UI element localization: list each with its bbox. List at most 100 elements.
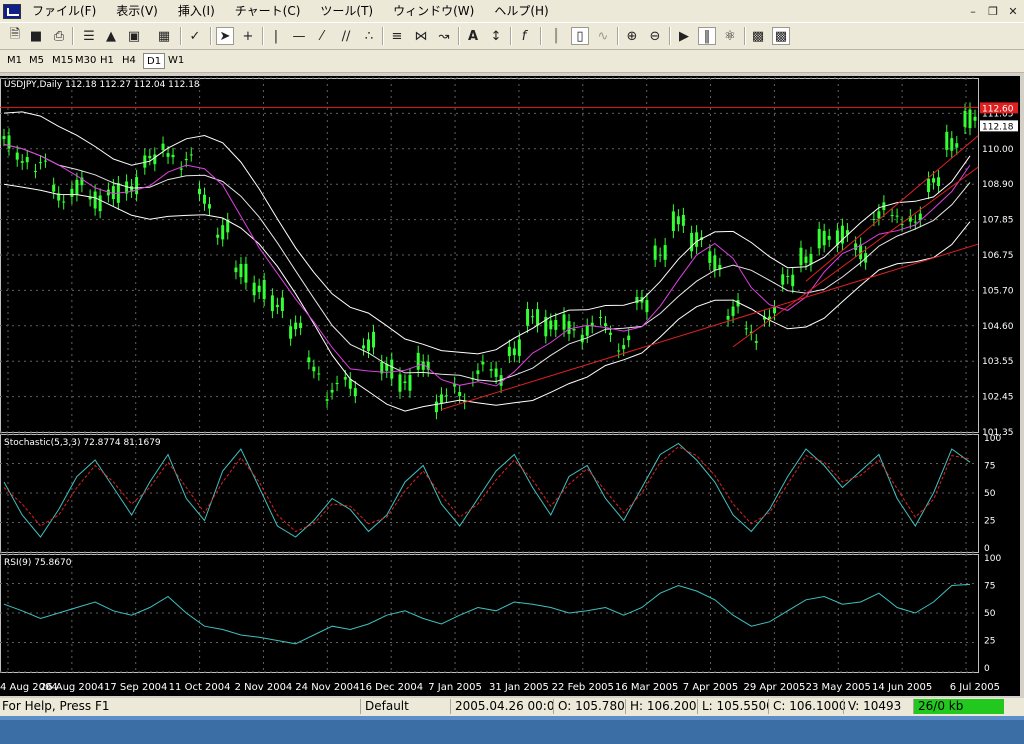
toolbar-separator — [180, 27, 182, 45]
timeframe-w1[interactable]: W1 — [165, 53, 187, 69]
chart-canvas[interactable]: USDJPY,Daily 112.18 112.27 112.04 112.18… — [0, 76, 1020, 696]
rsi-tick-label: 25 — [984, 637, 995, 647]
candle-body — [2, 136, 6, 140]
minimize-icon[interactable]: – — [966, 4, 980, 18]
menu-file[interactable]: ファイル(F) — [22, 4, 106, 19]
candle-body — [950, 138, 954, 151]
candle-body — [43, 160, 47, 162]
candle-body — [822, 230, 826, 246]
candle-body — [416, 352, 420, 370]
candle-body — [622, 345, 626, 349]
x-axis-label: 31 Jan 2005 — [489, 682, 549, 693]
candle-body — [695, 232, 699, 247]
candle-body — [294, 322, 298, 330]
candle-body — [817, 228, 821, 249]
navigator-icon[interactable]: ▣ — [125, 27, 143, 45]
panel-border — [0, 78, 979, 433]
chart-shift-icon[interactable]: ‖ — [698, 27, 716, 45]
periodicity-icon[interactable]: f — [515, 27, 533, 45]
fibonacci-icon[interactable]: ≡ — [388, 27, 406, 45]
bollinger-lower-line — [3, 183, 971, 412]
candle-body — [335, 382, 339, 385]
templates-icon[interactable]: ▩ — [749, 27, 767, 45]
stochastic-tick-label: 50 — [984, 489, 996, 499]
candle-body — [890, 215, 894, 217]
menu-help[interactable]: ヘルプ(H) — [484, 4, 558, 19]
save-icon[interactable]: ■ — [27, 27, 45, 45]
candle-body — [372, 331, 376, 348]
status-open: O: 105.7800 — [553, 699, 624, 714]
zoom-in-icon[interactable]: ⊕ — [623, 27, 641, 45]
x-axis-label: 17 Sep 2004 — [104, 682, 167, 693]
menu-view[interactable]: 表示(V) — [106, 4, 168, 19]
terminal-icon[interactable]: ▦ — [155, 27, 173, 45]
autoscroll-icon[interactable]: ▶ — [675, 27, 693, 45]
candle-body — [572, 329, 576, 331]
candle-body — [872, 218, 876, 220]
stochastic-tick-label: 100 — [984, 434, 1001, 444]
x-axis-label: 14 Jun 2005 — [872, 682, 932, 693]
candle-body — [52, 184, 56, 192]
menu-tools[interactable]: ツール(T) — [310, 4, 383, 19]
status-datetime: 2005.04.26 00:00 — [450, 699, 555, 714]
pitchfork-icon[interactable]: ⋈ — [412, 27, 430, 45]
menu-insert[interactable]: 挿入(I) — [168, 4, 225, 19]
horizontal-line-icon[interactable]: — — [290, 27, 308, 45]
cursor-icon[interactable]: ➤ — [216, 27, 234, 45]
line-chart-icon[interactable]: ∿ — [594, 27, 612, 45]
candle-body — [135, 177, 139, 195]
indicators-icon[interactable]: ⚛ — [721, 27, 739, 45]
candle-body — [927, 178, 931, 193]
panel-border — [0, 434, 979, 553]
gann-fan-icon[interactable]: ∴ — [360, 27, 378, 45]
arrows-icon[interactable]: ↝ — [435, 27, 453, 45]
expert-advisor-icon[interactable]: ✓ — [186, 27, 204, 45]
candle-body — [968, 109, 972, 129]
status-traffic: 26/0 kb — [913, 699, 1004, 714]
timeframe-m5[interactable]: M5 — [26, 53, 47, 69]
candle-body — [439, 394, 443, 404]
timeframe-h1[interactable]: H1 — [97, 53, 117, 69]
data-window-icon[interactable]: ▲ — [102, 27, 120, 45]
restore-icon[interactable]: ❐ — [986, 4, 1000, 18]
candlestick-icon[interactable]: ▯ — [571, 27, 589, 45]
menu-charts[interactable]: チャート(C) — [225, 4, 311, 19]
arrow-label-icon[interactable]: ↕ — [487, 27, 505, 45]
price-panel-header: USDJPY,Daily 112.18 112.27 112.04 112.18 — [4, 80, 200, 90]
candle-body — [507, 346, 511, 356]
print-icon[interactable]: ⎙ — [50, 27, 68, 45]
toolbar-separator — [617, 27, 619, 45]
candle-body — [804, 256, 808, 263]
candle-body — [945, 131, 949, 150]
chart-window[interactable]: USDJPY,Daily 112.18 112.27 112.04 112.18… — [0, 76, 1020, 696]
vertical-line-icon[interactable]: | — [267, 27, 285, 45]
bar-chart-icon[interactable]: ┃ — [547, 27, 565, 45]
rsi-tick-label: 0 — [984, 664, 990, 674]
timeframe-m1[interactable]: M1 — [4, 53, 25, 69]
x-axis-label: 6 Jul 2005 — [950, 682, 1000, 693]
crosshair-icon[interactable]: + — [239, 27, 257, 45]
price-tick-label: 102.45 — [982, 393, 1014, 403]
candle-body — [33, 170, 37, 172]
timeframe-h4[interactable]: H4 — [119, 53, 139, 69]
text-tool-icon[interactable]: A — [464, 27, 482, 45]
zoom-out-icon[interactable]: ⊖ — [646, 27, 664, 45]
candle-body — [517, 339, 521, 356]
new-file-icon[interactable]: 🗎 — [6, 27, 24, 45]
candle-body — [476, 370, 480, 375]
close-icon[interactable]: ✕ — [1006, 4, 1020, 18]
profiles-icon[interactable]: ▩ — [772, 27, 790, 45]
candle-body — [348, 379, 352, 389]
menu-window[interactable]: ウィンドウ(W) — [383, 4, 484, 19]
timeframe-d1[interactable]: D1 — [143, 53, 166, 69]
candle-body — [512, 348, 516, 356]
trendline-icon[interactable]: ⁄ — [313, 27, 331, 45]
channel-icon[interactable]: ∕∕ — [337, 27, 355, 45]
market-watch-icon[interactable]: ☰ — [80, 27, 98, 45]
timeframe-m30[interactable]: M30 — [72, 53, 99, 69]
candle-body — [325, 399, 329, 401]
candle-body — [62, 201, 66, 203]
toolbar-separator — [382, 27, 384, 45]
candle-body — [75, 179, 79, 195]
app-icon[interactable] — [3, 4, 21, 19]
